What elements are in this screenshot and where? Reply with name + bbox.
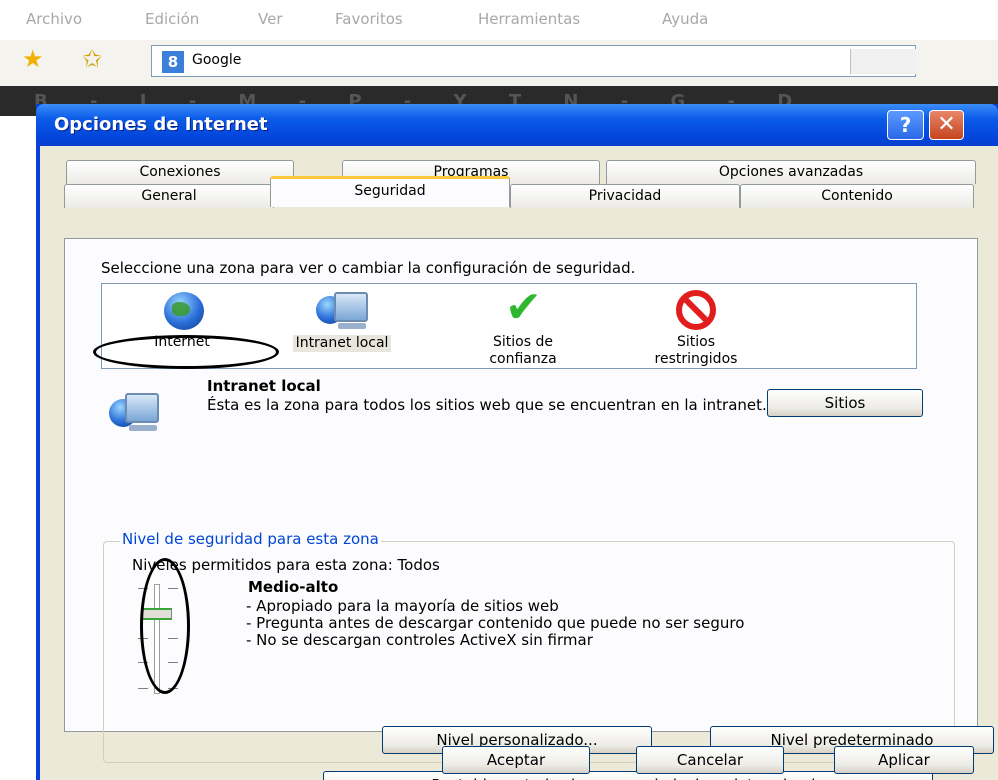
level-description: - Apropiado para la mayoría de sitios we… [246, 598, 896, 649]
slider-track [154, 584, 160, 694]
zone-list: Internet Intranet local ✔ Sitios de conf… [101, 283, 917, 369]
sites-button[interactable]: Sitios [767, 389, 923, 417]
add-favorite-icon[interactable]: ✩ [82, 47, 102, 71]
zone-label: Sitios de confianza [489, 334, 557, 367]
annotation-ring-slider [140, 558, 190, 694]
internet-options-dialog: Opciones de Internet ? ✕ Conexiones Prog… [36, 104, 998, 780]
security-tab-panel: Seleccione una zona para ver o cambiar l… [64, 238, 994, 780]
address-bar[interactable]: 8 Google [151, 45, 916, 77]
slider-tick [138, 588, 148, 589]
google-icon: 8 [162, 51, 184, 73]
globe-icon [152, 286, 212, 332]
slider-tick [168, 638, 178, 639]
address-text: Google [192, 52, 242, 68]
slider-tick [138, 638, 148, 639]
zone-sitios-restringidos[interactable]: Sitios restringidos [636, 286, 756, 368]
tab-privacidad[interactable]: Privacidad [510, 184, 740, 208]
allowed-levels-text: Niveles permitidos para esta zona: Todos [132, 556, 440, 574]
apply-button[interactable]: Aplicar [834, 746, 974, 774]
security-level-legend: Nivel de seguridad para esta zona [120, 530, 381, 548]
selected-zone-title: Intranet local [207, 377, 321, 395]
zone-label: Sitios restringidos [654, 334, 738, 367]
close-button[interactable]: ✕ [929, 110, 964, 140]
browser-menubar: Archivo Edición Ver Favoritos Herramient… [0, 0, 998, 40]
security-level-group: Nivel de seguridad para esta zona Nivele… [103, 530, 994, 763]
menu-edicion[interactable]: Edición [145, 10, 199, 28]
level-detail: - No se descargan controles ActiveX sin … [246, 631, 593, 649]
tab-seguridad[interactable]: Seguridad [270, 176, 510, 207]
level-detail: - Apropiado para la mayoría de sitios we… [246, 597, 559, 615]
menu-favoritos[interactable]: Favoritos [335, 10, 403, 28]
dialog-body: Conexiones Programas Opciones avanzadas … [40, 146, 998, 780]
cancel-button[interactable]: Cancelar [636, 746, 784, 774]
level-name: Medio-alto [248, 578, 339, 596]
tab-general[interactable]: General [64, 184, 274, 208]
zone-label: Intranet local [292, 335, 392, 352]
menu-herramientas[interactable]: Herramientas [478, 10, 580, 28]
tab-opciones-avanzadas[interactable]: Opciones avanzadas [606, 160, 976, 184]
favorites-star-icon[interactable]: ★ [22, 47, 44, 71]
zone-sitios-de-confianza[interactable]: ✔ Sitios de confianza [468, 282, 578, 368]
dialog-titlebar[interactable]: Opciones de Internet ? ✕ [36, 104, 998, 146]
zone-instruction: Seleccione una zona para ver o cambiar l… [101, 259, 636, 277]
trusted-check-icon: ✔ [505, 282, 542, 333]
slider-tick [168, 662, 178, 663]
slider-tick [138, 688, 148, 689]
dialog-title: Opciones de Internet [54, 114, 268, 135]
local-intranet-icon [312, 286, 372, 332]
slider-tick [168, 688, 178, 689]
tab-contenido[interactable]: Contenido [740, 184, 974, 208]
slider-tick [168, 588, 178, 589]
level-detail: - Pregunta antes de descargar contenido … [246, 614, 745, 632]
help-button[interactable]: ? [887, 110, 924, 140]
menu-ayuda[interactable]: Ayuda [662, 10, 708, 28]
menu-archivo[interactable]: Archivo [26, 10, 82, 28]
local-intranet-icon [107, 385, 167, 441]
slider-thumb[interactable] [142, 608, 172, 620]
tab-conexiones[interactable]: Conexiones [66, 160, 294, 184]
zone-internet[interactable]: Internet [112, 286, 252, 351]
zone-intranet-local[interactable]: Intranet local [272, 286, 412, 352]
slider-tick [138, 662, 148, 663]
ok-button[interactable]: Aceptar [442, 746, 590, 774]
restricted-no-entry-icon [666, 286, 726, 332]
zone-label: Internet [154, 334, 210, 350]
address-go-area[interactable] [850, 49, 916, 74]
menu-ver[interactable]: Ver [258, 10, 283, 28]
selected-zone-description: Ésta es la zona para todos los sitios we… [207, 396, 767, 414]
